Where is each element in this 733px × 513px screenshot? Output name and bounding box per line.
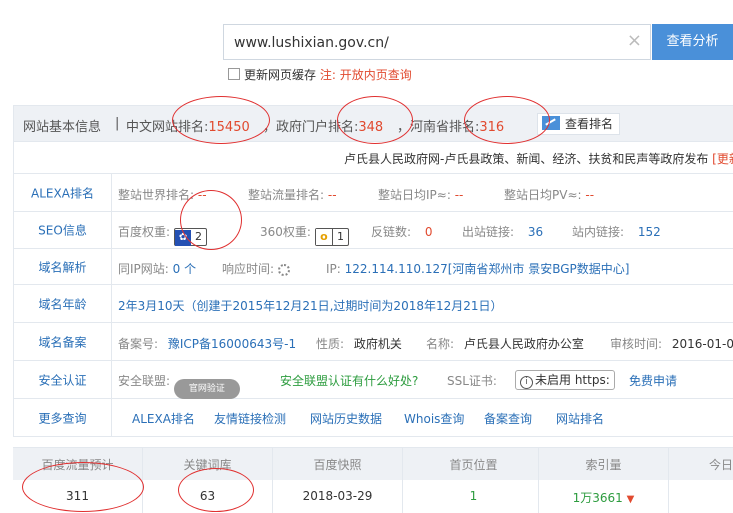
link-whois[interactable]: Whois查询 [404,410,464,427]
dns-label[interactable]: 域名解析 [14,249,112,284]
stat-baidu-snapshot: 百度快照 2018-03-29 [273,448,403,513]
icp-label[interactable]: 域名备案 [14,323,112,360]
baidu-weight: 百度权重: ✿ 2 [118,223,208,246]
icp-review-time: 审核时间: 2016-01-0 [610,337,733,351]
stat-today: 今日 [708,458,733,472]
link-friend-links[interactable]: 友情链接检测 [214,410,286,427]
cache-row: 更新网页缓存 注: 开放内页查询 [228,66,412,83]
domain-age-value: 2年3月10天（创建于2015年12月21日,过期时间为2018年12月21日） [118,299,503,313]
https-status[interactable]: i 未启用 https: [515,370,615,390]
icp-number: 备案号: 豫ICP备16000643号-1 [118,337,297,351]
q360-weight: 360权重: o 1 [260,223,349,246]
baidu-weight-badge[interactable]: ✿ 2 [174,228,208,246]
alexa-daily-pv: 整站日均PV≈: -- [504,188,595,202]
security-alliance: 安全联盟: 官网验证 [118,372,240,399]
info-icon: i [520,376,533,389]
trend-chart-icon [542,116,560,130]
verification-seal[interactable]: 官网验证 [173,379,240,399]
security-label[interactable]: 安全认证 [14,361,112,398]
link-site-history[interactable]: 网站历史数据 [310,410,382,427]
down-arrow-icon: ▼ [626,494,635,505]
outbound-links: 出站链接: 36 [462,225,544,239]
dns-row: 域名解析 同IP网站: 0 个 响应时间: IP: 122.114.110.12… [14,249,733,285]
link-alexa-rank[interactable]: ALEXA排名 [132,410,195,427]
icp-row: 域名备案 备案号: 豫ICP备16000643号-1 性质: 政府机关 名称: … [14,323,733,361]
description-row: 卢氏县人民政府网-卢氏县政策、新闻、经济、扶贫和民声等政府发布 [更新 [14,142,733,174]
traffic-stats-table: 百度流量预计 311 关键词库 63 百度快照 2018-03-29 首页位置 … [13,447,733,513]
cache-note: 注: [319,68,336,82]
url-search-box[interactable]: × [223,24,651,60]
server-ip: IP: 122.114.110.127[河南省郑州市 景安BGP数据中心] [326,262,630,276]
alexa-daily-ip: 整站日均IP≈: -- [378,188,464,202]
update-cache-checkbox[interactable] [228,68,240,80]
view-rank-button[interactable]: 查看排名 [537,113,621,135]
more-queries-row: 更多查询 ALEXA排名 友情链接检测 网站历史数据 Whois查询 备案查询 … [14,399,733,437]
gov-rank: ，政府门户排名:348 [263,120,384,135]
close-icon[interactable]: × [627,32,642,50]
icp-nature: 性质: 政府机关 [316,337,402,351]
stat-keywords: 关键词库 63 [143,448,273,513]
loading-spinner-icon [277,264,290,276]
site-info-title: 网站基本信息 [23,120,102,135]
ssl-certificate: SSL证书: [447,374,497,388]
stat-home-position: 首页位置 1 [409,448,539,513]
link-icp-query[interactable]: 备案查询 [484,410,532,427]
cn-rank: 中文网站排名:15450 [126,120,250,135]
site-info-card: 网站基本信息 | 中文网站排名:15450 ，政府门户排名:348 ，河南省排名… [13,105,733,437]
gov-rank-value[interactable]: 348 [358,120,383,135]
update-cache-label: 更新网页缓存 [244,68,317,82]
internal-links: 站内链接: 152 [572,225,661,239]
alexa-world-rank: 整站世界排名: -- [118,188,207,202]
same-ip-sites: 同IP网站: 0 个 [118,262,197,276]
free-ssl-apply-link[interactable]: 免费申请 [629,372,677,389]
site-description: 卢氏县人民政府网-卢氏县政策、新闻、经济、扶贫和民声等政府发布 [更新 [344,150,733,167]
alexa-label[interactable]: ALEXA排名 [14,174,112,211]
alexa-row: ALEXA排名 整站世界排名: -- 整站流量排名: -- 整站日均IP≈: -… [14,174,733,212]
more-queries-label[interactable]: 更多查询 [14,399,112,437]
alliance-benefit-link[interactable]: 安全联盟认证有什么好处? [280,372,418,389]
alexa-traffic-rank: 整站流量排名: -- [248,188,337,202]
stat-value[interactable]: 311 [13,489,142,503]
cn-rank-value[interactable]: 15450 [208,120,249,135]
province-rank-value[interactable]: 316 [479,120,504,135]
seo-row: SEO信息 百度权重: ✿ 2 360权重: o 1 反链数: 0 出站链接: 36 站… [14,212,733,249]
stat-value: 2018-03-29 [302,489,373,503]
update-description-link[interactable]: [更新 [712,152,733,166]
stat-index: 索引量 1万3661 ▼ [539,448,669,513]
header-separator: | [115,116,120,131]
security-row: 安全认证 安全联盟: 官网验证 安全联盟认证有什么好处? SSL证书: i 未启用… [14,361,733,399]
province-rank: ，河南省排名:316 [397,120,505,135]
link-site-rank[interactable]: 网站排名 [556,410,604,427]
analyze-button[interactable]: 查看分析 [652,24,733,60]
url-search-input[interactable] [232,31,616,55]
stat-baidu-traffic: 百度流量预计 311 [13,448,143,513]
response-time: 响应时间: [222,260,290,277]
stat-value[interactable]: 1 [409,489,538,503]
baidu-paw-icon: ✿ [175,230,192,246]
stat-value[interactable]: 63 [143,489,272,503]
site-info-header: 网站基本信息 | 中文网站排名:15450 ，政府门户排名:348 ，河南省排名… [14,106,733,142]
stat-value[interactable]: 1万3661 ▼ [539,489,668,506]
q360-weight-badge[interactable]: o1 [314,228,349,246]
q360-icon: o [315,229,333,245]
open-inner-page-link[interactable]: 开放内页查询 [340,68,412,82]
seo-label[interactable]: SEO信息 [14,212,112,248]
top-search-bar: × 查看分析 更新网页缓存 注: 开放内页查询 [0,0,733,100]
backlinks: 反链数: 0 [371,225,433,239]
domain-age-row: 域名年龄 2年3月10天（创建于2015年12月21日,过期时间为2018年12… [14,285,733,323]
domain-age-label[interactable]: 域名年龄 [14,285,112,322]
icp-name: 名称: 卢氏县人民政府办公室 [426,337,584,351]
